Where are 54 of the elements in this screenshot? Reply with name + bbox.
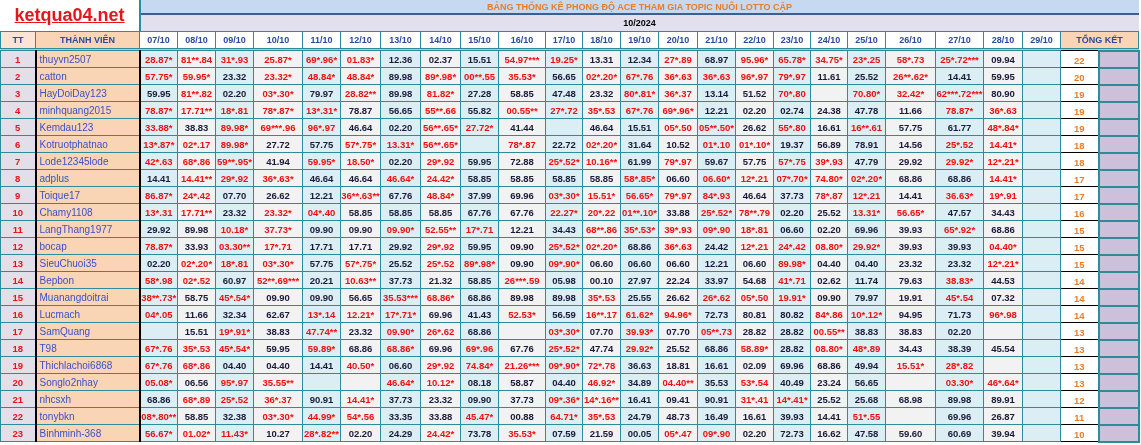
- column-header: TT: [0, 31, 36, 49]
- column-header: 19/10: [620, 31, 659, 49]
- table-cell: 25.87*: [253, 50, 303, 68]
- table-cell: 23*.25: [847, 50, 886, 68]
- column-header: 07/10: [139, 31, 178, 49]
- column-header: 11/10: [302, 31, 341, 49]
- table-cell: 09.94: [983, 50, 1023, 68]
- column-header: 10/10: [253, 31, 303, 49]
- table-cell: 81**.84: [177, 50, 216, 68]
- column-header: 15/10: [460, 31, 499, 49]
- table-cell: 27*.89: [658, 50, 698, 68]
- row-number: 1: [0, 50, 36, 68]
- table-cell: 58*.73: [885, 50, 936, 68]
- table-cell: 19.25*: [545, 50, 583, 68]
- table-cell: 69*.96*: [302, 50, 341, 68]
- table-cell: 54.97***: [498, 50, 546, 68]
- column-header: 12/10: [340, 31, 381, 49]
- column-header: 20/10: [658, 31, 698, 49]
- column-header: 27/10: [935, 31, 984, 49]
- column-header: 26/10: [885, 31, 936, 49]
- shaded-cell: [1098, 50, 1139, 68]
- column-header: TỔNG KẾT: [1060, 31, 1139, 49]
- column-header: 25/10: [847, 31, 886, 49]
- table-cell: 31*.93: [215, 50, 254, 68]
- site-logo: ketqua04.net: [14, 5, 125, 25]
- column-header: 18/10: [582, 31, 621, 49]
- table-cell: 13.31: [582, 50, 621, 68]
- column-header: 24/10: [810, 31, 848, 49]
- table-cell: 65.78*: [773, 50, 811, 68]
- column-header: 08/10: [177, 31, 216, 49]
- table-cell: 28.87*: [139, 50, 178, 68]
- column-header: 22/10: [735, 31, 774, 49]
- column-header: 28/10: [983, 31, 1023, 49]
- column-header: 14/10: [420, 31, 461, 49]
- total-score: 22: [1060, 50, 1099, 68]
- column-header: THÀNH VIÊN: [35, 31, 140, 49]
- column-header: 21/10: [697, 31, 736, 49]
- column-header: 23/10: [773, 31, 811, 49]
- table-cell: 12.36: [380, 50, 421, 68]
- table-cell: 34.75*: [810, 50, 848, 68]
- column-header: 29/10: [1022, 31, 1061, 49]
- column-header: 09/10: [215, 31, 254, 49]
- table-cell: 15.51: [460, 50, 499, 68]
- sheet-title: BẢNG THỐNG KÊ PHONG ĐỘ ACE THAM GIA TOPIC NUÔI LOTTO CẶP: [139, 0, 1139, 14]
- table-cell: 12.34: [620, 50, 659, 68]
- table-cell: 25*.72***: [935, 50, 984, 68]
- table-cell: 68.97: [697, 50, 736, 68]
- member-name: thuyvn2507: [35, 50, 140, 68]
- column-header: 17/10: [545, 31, 583, 49]
- column-header: 16/10: [498, 31, 546, 49]
- table-cell: 95.96*: [735, 50, 774, 68]
- table-cell: 02.37: [420, 50, 461, 68]
- column-header: 13/10: [380, 31, 421, 49]
- table-cell: 01.83*: [340, 50, 381, 68]
